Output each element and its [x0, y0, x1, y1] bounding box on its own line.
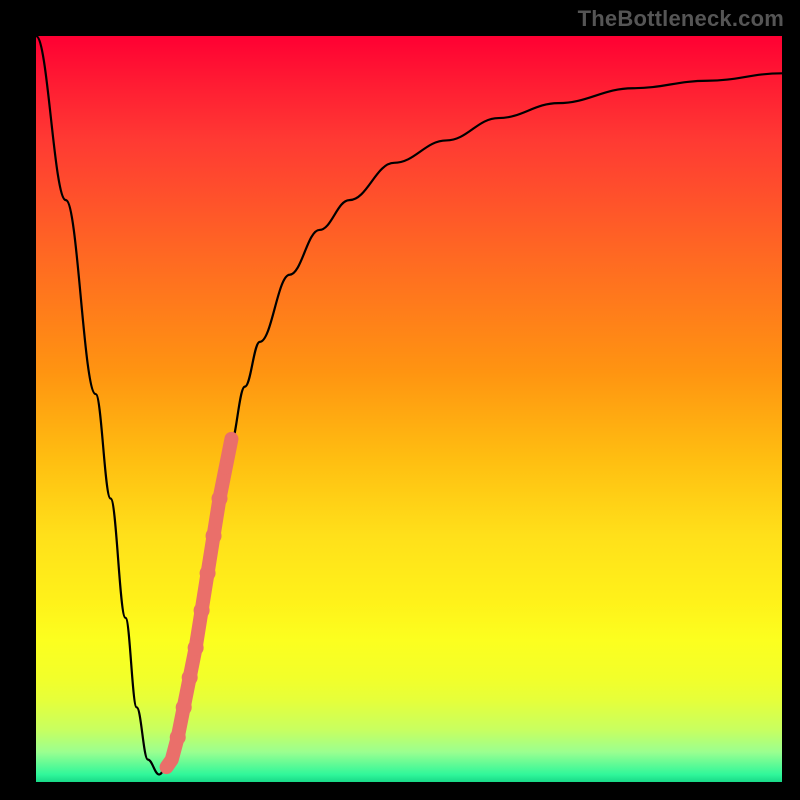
- highlight-dot: [212, 491, 228, 507]
- plot-area: [36, 36, 782, 782]
- bottleneck-curve-path: [36, 36, 782, 775]
- highlight-dot: [200, 565, 216, 581]
- highlight-dot: [188, 640, 204, 656]
- highlight-dot: [182, 670, 198, 686]
- highlight-dot: [166, 754, 178, 766]
- highlight-dot: [225, 433, 237, 445]
- curve-svg: [36, 36, 782, 782]
- highlight-dot: [176, 699, 192, 715]
- highlight-dot: [219, 463, 231, 475]
- highlight-dot: [170, 729, 186, 745]
- highlight-dot: [206, 528, 222, 544]
- highlight-dot: [194, 602, 210, 618]
- chart-frame: TheBottleneck.com: [0, 0, 800, 800]
- watermark-text: TheBottleneck.com: [578, 6, 784, 32]
